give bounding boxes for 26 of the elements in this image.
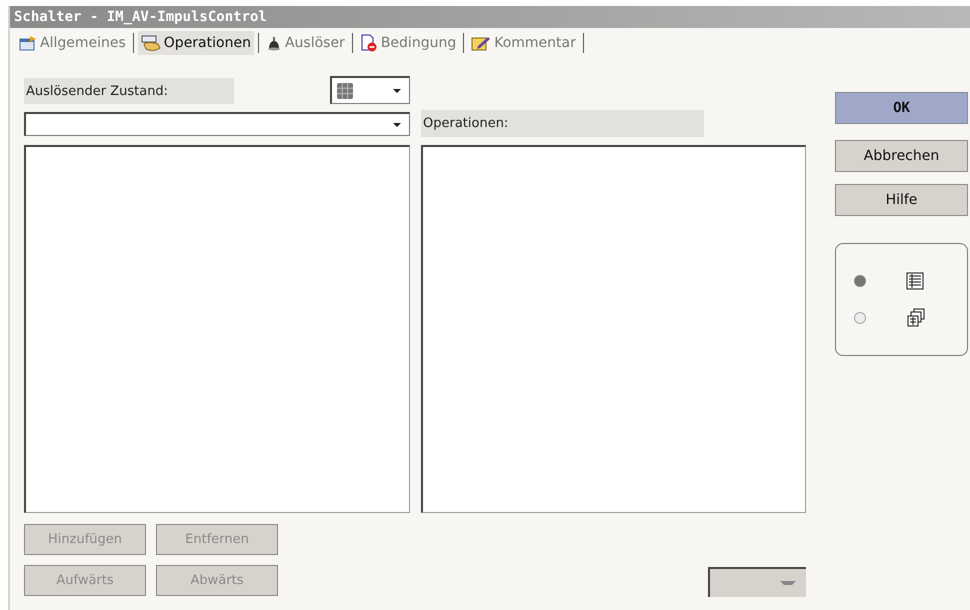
button[interactable]: Abbrechen — [835, 140, 968, 172]
tab[interactable]: Bedingung — [356, 31, 460, 55]
field-label: Auslösender Zustand: — [24, 78, 234, 104]
state-dropdown[interactable] — [24, 112, 410, 136]
window-title: Schalter - IM_AV-ImpulsControl — [14, 9, 267, 25]
dropdown[interactable] — [708, 567, 806, 597]
window-icon — [19, 35, 37, 51]
dropdown-arrow-icon — [393, 88, 401, 92]
stacked-windows-icon — [906, 308, 926, 328]
notepad-pencil-icon — [471, 35, 492, 51]
radio-button[interactable] — [854, 312, 866, 324]
bell-icon — [266, 35, 282, 51]
field-label: Operationen: — [421, 110, 704, 137]
tab[interactable]: Operationen — [138, 31, 254, 55]
radio-button[interactable] — [854, 274, 866, 286]
dropdown-arrow-icon — [393, 122, 401, 126]
list-view-icon — [906, 272, 924, 290]
icon-dropdown[interactable] — [330, 76, 410, 104]
grid-icon — [337, 82, 353, 98]
dropdown-arrow-icon — [780, 581, 796, 585]
button[interactable]: Hilfe — [835, 184, 968, 216]
tab[interactable]: Kommentar — [468, 31, 579, 55]
document-icon — [360, 34, 378, 52]
ok-button[interactable]: OK — [835, 92, 968, 124]
tab[interactable]: Auslöser — [262, 31, 348, 55]
tab[interactable]: Allgemeines — [16, 31, 129, 55]
